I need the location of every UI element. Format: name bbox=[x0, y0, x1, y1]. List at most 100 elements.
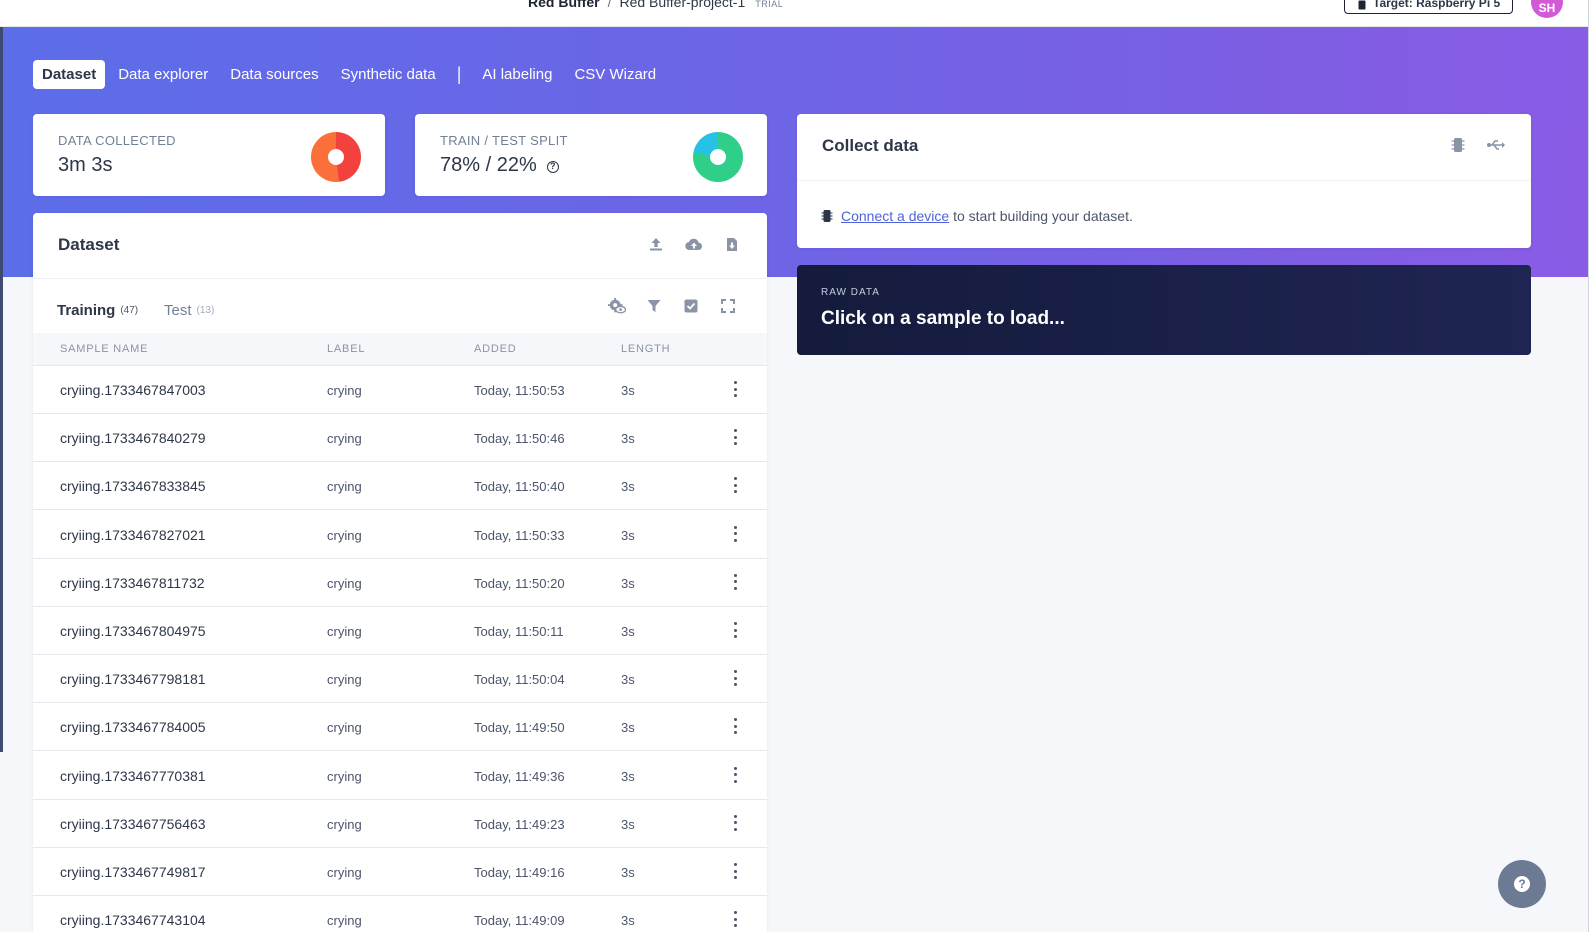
kebab-dot bbox=[733, 731, 737, 735]
more-options-icon[interactable] bbox=[733, 477, 737, 494]
column-length[interactable]: LENGTH bbox=[621, 343, 670, 355]
tab-data-sources[interactable]: Data sources bbox=[221, 60, 327, 89]
checkbox-icon[interactable] bbox=[682, 297, 700, 315]
table-row[interactable]: cryiing.1733467798181 crying Today, 11:50:… bbox=[33, 655, 767, 704]
kebab-dot bbox=[733, 622, 737, 625]
table-row[interactable]: cryiing.1733467847003 crying Today, 11:50:… bbox=[33, 366, 767, 414]
sample-name: cryiing.1733467756463 bbox=[60, 815, 206, 832]
filter-icon[interactable] bbox=[645, 297, 663, 315]
tab-csv-wizard[interactable]: CSV Wizard bbox=[565, 60, 665, 89]
settings-eye-icon[interactable] bbox=[608, 297, 626, 315]
tab-ai-labeling[interactable]: AI labeling bbox=[473, 60, 561, 89]
kebab-dot bbox=[733, 827, 737, 831]
kebab-dot bbox=[733, 821, 737, 825]
sample-label: crying bbox=[327, 479, 362, 495]
table-row[interactable]: cryiing.1733467804975 crying Today, 11:50:… bbox=[33, 607, 767, 655]
column-label[interactable]: LABEL bbox=[327, 343, 365, 355]
usb-icon[interactable] bbox=[1487, 136, 1505, 154]
download-file-icon[interactable] bbox=[723, 235, 741, 253]
more-options-icon[interactable] bbox=[733, 622, 737, 638]
breadcrumb: Red Buffer / Red Buffer-project-1 TRIAL bbox=[528, 0, 783, 10]
kebab-dot bbox=[733, 773, 737, 777]
data-collected-value: 3m 3s bbox=[58, 154, 113, 176]
kebab-dot bbox=[733, 676, 737, 680]
more-options-icon[interactable] bbox=[733, 911, 737, 928]
cloud-upload-icon[interactable] bbox=[685, 235, 703, 253]
column-sample-name[interactable]: SAMPLE NAME bbox=[60, 343, 148, 355]
collect-data-hint: to start building your dataset. bbox=[953, 208, 1133, 224]
chip-icon bbox=[821, 210, 833, 222]
data-collected-label: DATA COLLECTED bbox=[58, 133, 176, 148]
sample-label: crying bbox=[327, 672, 362, 688]
kebab-dot bbox=[733, 532, 737, 536]
more-options-icon[interactable] bbox=[733, 718, 737, 735]
table-row[interactable]: cryiing.1733467833845 crying Today, 11:50:… bbox=[33, 462, 767, 511]
top-bar: Red Buffer / Red Buffer-project-1 TRIAL Tar… bbox=[0, 0, 1588, 27]
expand-icon[interactable] bbox=[719, 297, 737, 315]
collect-data-actions bbox=[1449, 136, 1505, 154]
connect-device-link[interactable]: Connect a device bbox=[841, 208, 949, 224]
sample-label: crying bbox=[327, 913, 362, 929]
kebab-dot bbox=[733, 525, 737, 529]
table-row[interactable]: cryiing.1733467770381 crying Today, 11:49:… bbox=[33, 751, 767, 800]
more-options-icon[interactable] bbox=[733, 670, 737, 687]
collect-data-message: Connect a device to start building your … bbox=[821, 208, 1133, 224]
sample-added: Today, 11:50:33 bbox=[474, 527, 565, 543]
table-toolbar bbox=[608, 297, 737, 315]
more-options-icon[interactable] bbox=[733, 381, 737, 397]
sample-length: 3s bbox=[621, 624, 635, 639]
table-row[interactable]: cryiing.1733467743104 crying Today, 11:49:… bbox=[33, 896, 767, 932]
table-row[interactable]: cryiing.1733467840279 crying Today, 11:50:… bbox=[33, 414, 767, 463]
breadcrumb-owner[interactable]: Red Buffer bbox=[528, 0, 600, 10]
train-test-split-donut bbox=[693, 132, 743, 182]
subtab-training-count: (47) bbox=[120, 305, 139, 316]
kebab-dot bbox=[733, 490, 737, 494]
more-options-icon[interactable] bbox=[733, 814, 737, 831]
breadcrumb-project[interactable]: Red Buffer-project-1 bbox=[619, 0, 745, 10]
tab-dataset[interactable]: Dataset bbox=[33, 60, 106, 89]
train-test-split-card: TRAIN / TEST SPLIT 78% / 22%? bbox=[415, 114, 767, 196]
help-icon[interactable]: ? bbox=[546, 161, 559, 173]
kebab-dot bbox=[733, 538, 737, 542]
tab-data-explorer[interactable]: Data explorer bbox=[109, 60, 217, 89]
subtab-test[interactable]: Test (13) bbox=[164, 302, 214, 319]
sample-label: crying bbox=[327, 575, 362, 591]
avatar[interactable]: SH bbox=[1531, 0, 1563, 18]
chip-icon bbox=[1358, 0, 1366, 10]
more-options-icon[interactable] bbox=[733, 863, 737, 879]
more-options-icon[interactable] bbox=[733, 766, 737, 783]
table-row[interactable]: cryiing.1733467756463 crying Today, 11:49:… bbox=[33, 799, 767, 848]
sample-length: 3s bbox=[621, 527, 635, 543]
subtab-training[interactable]: Training (47) bbox=[57, 302, 138, 319]
sample-added: Today, 11:49:23 bbox=[474, 816, 565, 832]
dataset-actions bbox=[647, 235, 741, 253]
table-row[interactable]: cryiing.1733467811732 crying Today, 11:50:… bbox=[33, 558, 767, 607]
dataset-tabs: Dataset Data explorer Data sources Synth… bbox=[33, 60, 665, 89]
more-options-icon[interactable] bbox=[733, 573, 737, 590]
target-button[interactable]: Target: Raspberry Pi 5 bbox=[1344, 0, 1514, 14]
more-options-icon[interactable] bbox=[733, 429, 737, 446]
tab-divider: | bbox=[456, 64, 462, 84]
sample-length: 3s bbox=[621, 383, 635, 398]
raw-data-title: Click on a sample to load... bbox=[821, 308, 1065, 329]
more-options-icon[interactable] bbox=[733, 525, 737, 542]
sample-name: cryiing.1733467770381 bbox=[60, 767, 206, 784]
tab-synthetic-data[interactable]: Synthetic data bbox=[332, 60, 445, 89]
breadcrumb-separator: / bbox=[607, 0, 612, 10]
sample-added: Today, 11:49:16 bbox=[474, 865, 565, 880]
chip-icon[interactable] bbox=[1449, 136, 1467, 154]
kebab-dot bbox=[733, 876, 737, 879]
table-row[interactable]: cryiing.1733467827021 crying Today, 11:50:… bbox=[33, 510, 767, 559]
train-test-split-value: 78% / 22% bbox=[440, 154, 537, 176]
table-row[interactable]: cryiing.1733467749817 crying Today, 11:49:… bbox=[33, 848, 767, 896]
kebab-dot bbox=[733, 394, 737, 397]
kebab-dot bbox=[733, 779, 737, 783]
column-added[interactable]: ADDED bbox=[474, 343, 517, 355]
sample-name: cryiing.1733467827021 bbox=[60, 526, 206, 543]
table-row[interactable]: cryiing.1733467784005 crying Today, 11:49:… bbox=[33, 703, 767, 752]
sample-name: cryiing.1733467847003 bbox=[60, 382, 206, 398]
sample-added: Today, 11:49:50 bbox=[474, 720, 565, 736]
upload-icon[interactable] bbox=[647, 235, 665, 253]
sample-label: crying bbox=[327, 431, 362, 447]
help-button[interactable]: ? bbox=[1498, 860, 1546, 908]
